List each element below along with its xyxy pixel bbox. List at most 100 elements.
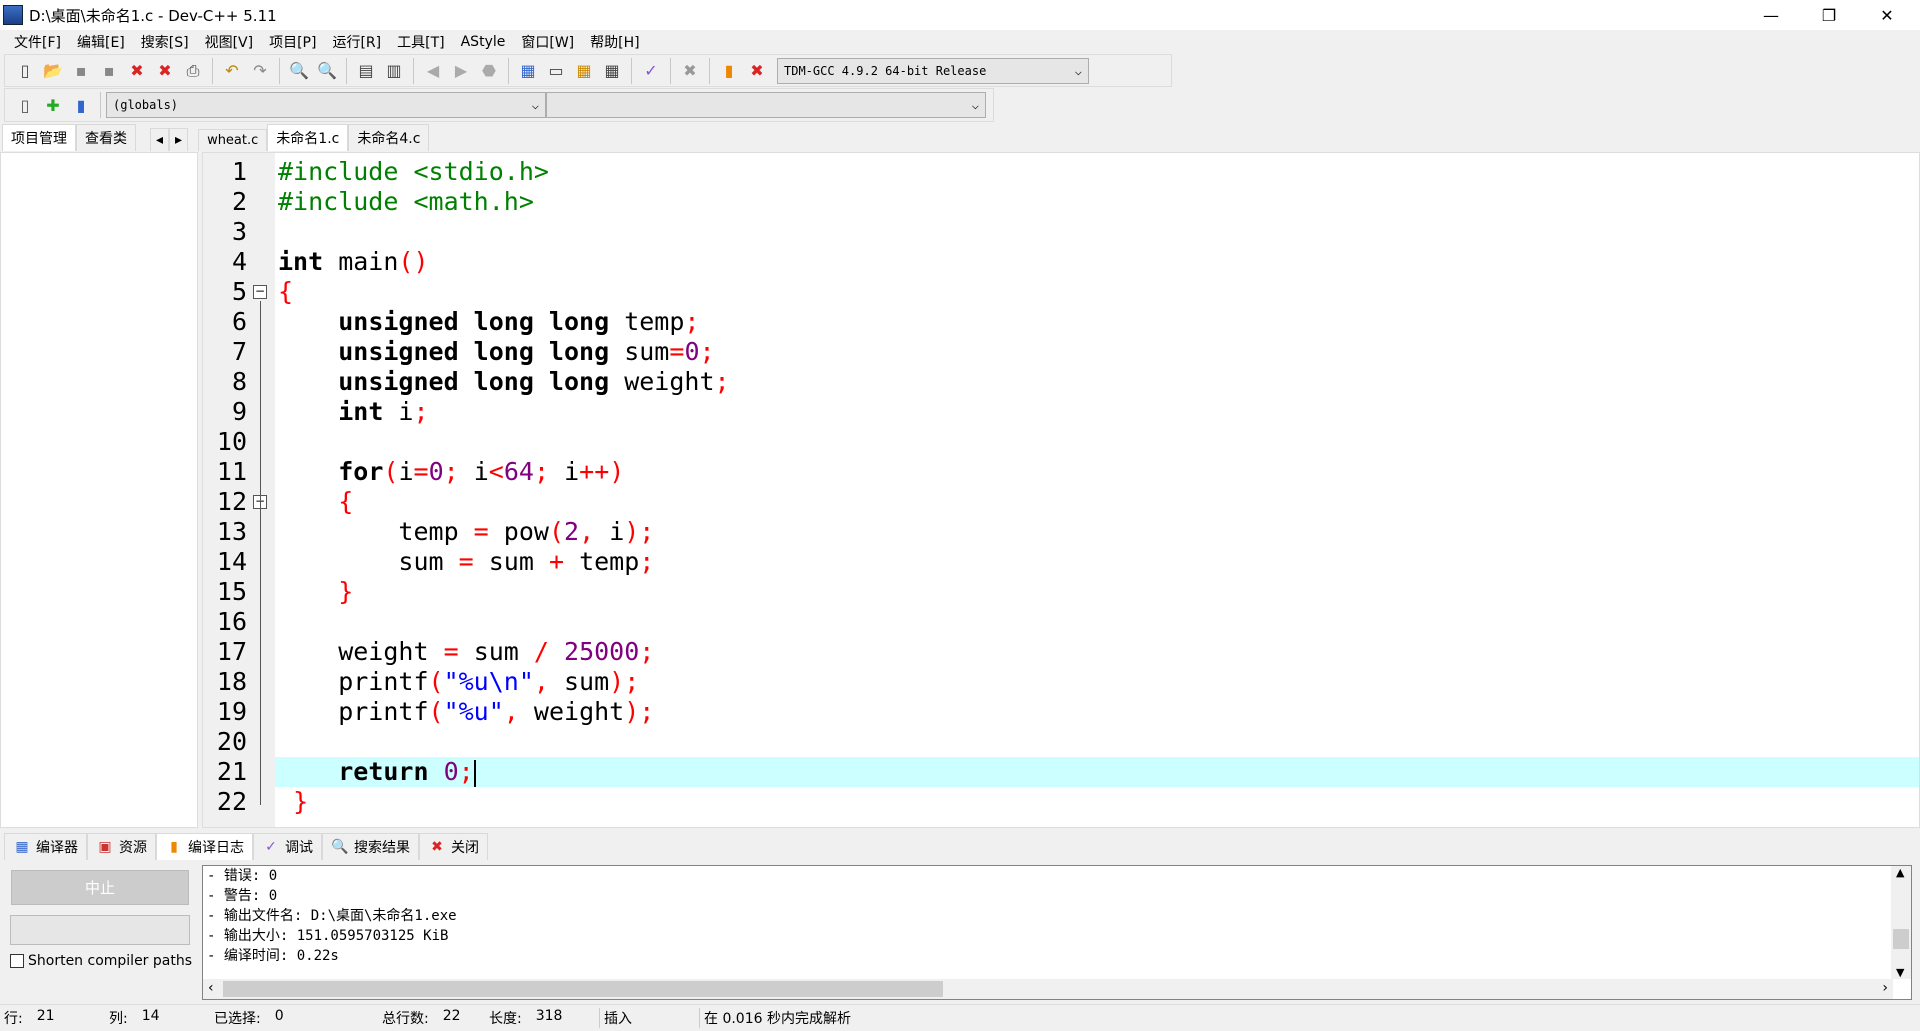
stop-button[interactable]: 中止 — [11, 870, 189, 905]
code-editor[interactable]: 1 #include <stdio.h> 2 #include <math.h> 3 4 i… — [202, 152, 1920, 828]
find-icon[interactable]: 🔍 — [287, 59, 311, 83]
code-text: weight = sum / 25000; — [278, 637, 654, 667]
forward-icon[interactable]: ▶ — [449, 59, 473, 83]
class-browser-icon[interactable]: ▯ — [13, 93, 37, 117]
redo-icon[interactable]: ↷ — [248, 59, 272, 83]
scroll-left-icon[interactable]: ‹ — [208, 980, 214, 996]
compiler-select[interactable]: TDM-GCC 4.9.2 64-bit Release ⌵ — [777, 57, 1089, 84]
menu-edit[interactable]: 编辑[E] — [69, 32, 133, 52]
code-line[interactable]: 18 printf("%u\n", sum); — [203, 667, 1919, 697]
tab-bottom-3[interactable]: ✓ 调试 — [253, 833, 322, 860]
replace-icon[interactable]: 🔍 — [315, 59, 339, 83]
tab-bottom-4[interactable]: 🔍 搜索结果 — [322, 833, 419, 860]
tab-scroll-left[interactable]: ◂ — [150, 128, 170, 151]
code-token-id: i — [594, 517, 625, 546]
indent-icon[interactable]: ▤ — [354, 59, 378, 83]
scope-select[interactable]: (globals) ⌵ — [106, 92, 546, 118]
tab-bottom-0[interactable]: ▦ 编译器 — [4, 833, 87, 860]
new-file-icon[interactable]: ▯ — [13, 59, 37, 83]
scrollbar-thumb[interactable] — [1893, 929, 1909, 949]
tab-bottom-2[interactable]: ▮ 编译日志 — [156, 833, 253, 860]
tab-untitled1-c[interactable]: 未命名1.c — [267, 124, 349, 151]
tab-label: 编译器 — [36, 840, 78, 856]
code-line[interactable]: 17 weight = sum / 25000; — [203, 637, 1919, 667]
tab-wheat-c[interactable]: wheat.c — [198, 129, 268, 151]
compile-log[interactable]: - 错误: 0 - 警告: 0 - 输出文件名: D:\桌面\未命名1.exe … — [202, 865, 1912, 1000]
goto-icon[interactable]: ⬣ — [477, 59, 501, 83]
scroll-right-icon[interactable]: › — [1882, 980, 1888, 996]
code-line[interactable]: 22 } — [203, 787, 1919, 817]
back-icon[interactable]: ◀ — [421, 59, 445, 83]
tab-bottom-5[interactable]: ✖ 关闭 — [419, 833, 488, 860]
fold-toggle-icon[interactable]: − — [253, 285, 267, 299]
code-line[interactable]: 9 int i; — [203, 397, 1919, 427]
run-icon[interactable]: ▭ — [544, 59, 568, 83]
add-icon[interactable]: ✚ — [41, 93, 65, 117]
check-icon[interactable]: ✓ — [639, 59, 663, 83]
stop-icon[interactable]: ✖ — [678, 59, 702, 83]
code-line[interactable]: 6 unsigned long long temp; — [203, 307, 1919, 337]
checkbox-box[interactable] — [10, 954, 24, 968]
menu-view[interactable]: 视图[V] — [197, 32, 262, 52]
close-window-button[interactable]: ✕ — [1859, 0, 1915, 30]
restore-button[interactable]: ❐ — [1801, 0, 1857, 30]
bookmark-icon[interactable]: ▮ — [69, 93, 93, 117]
menu-file[interactable]: 文件[F] — [6, 32, 69, 52]
horizontal-scrollbar[interactable]: ‹ › — [203, 979, 1893, 999]
compile-icon[interactable]: ▦ — [516, 59, 540, 83]
code-line[interactable]: 15 } — [203, 577, 1919, 607]
code-token-id: sum — [278, 547, 459, 576]
vertical-scrollbar[interactable]: ▲ ▼ — [1891, 866, 1911, 979]
print-icon[interactable]: ⎙ — [181, 59, 205, 83]
code-line[interactable]: 7 unsigned long long sum=0; — [203, 337, 1919, 367]
tab-bottom-1[interactable]: ▣ 资源 — [87, 833, 156, 860]
code-line[interactable]: 4 int main() — [203, 247, 1919, 277]
code-token-id: i — [398, 457, 414, 486]
tab-scroll-right[interactable]: ▸ — [169, 128, 189, 151]
code-line[interactable]: 13 temp = pow(2, i); — [203, 517, 1919, 547]
code-token-sym: ; — [413, 397, 429, 426]
menu-project[interactable]: 项目[P] — [261, 32, 324, 52]
code-line[interactable]: 8 unsigned long long weight; — [203, 367, 1919, 397]
profile-delete-icon[interactable]: ✖ — [745, 59, 769, 83]
menu-run[interactable]: 运行[R] — [324, 32, 389, 52]
scroll-down-icon[interactable]: ▼ — [1896, 966, 1904, 979]
code-line[interactable]: 10 — [203, 427, 1919, 457]
close-all-icon[interactable]: ✖ — [153, 59, 177, 83]
undo-icon[interactable]: ↶ — [220, 59, 244, 83]
code-line[interactable]: 5−{ — [203, 277, 1919, 307]
menu-astyle[interactable]: AStyle — [453, 34, 514, 50]
minimize-button[interactable]: — — [1743, 0, 1799, 30]
code-line[interactable]: 16 — [203, 607, 1919, 637]
tab-untitled4-c[interactable]: 未命名4.c — [348, 124, 430, 151]
member-select[interactable]: ⌵ — [546, 92, 986, 118]
shorten-paths-checkbox[interactable]: Shorten compiler paths — [10, 953, 192, 969]
open-icon[interactable]: 📂 — [41, 59, 65, 83]
code-line[interactable]: 20 — [203, 727, 1919, 757]
code-line[interactable]: 14 sum = sum + temp; — [203, 547, 1919, 577]
menu-help[interactable]: 帮助[H] — [582, 32, 647, 52]
compile-run-icon[interactable]: ▦ — [572, 59, 596, 83]
save-all-icon[interactable]: ▪ — [97, 59, 121, 83]
save-icon[interactable]: ▪ — [69, 59, 93, 83]
rebuild-icon[interactable]: ▦ — [600, 59, 624, 83]
menu-search[interactable]: 搜索[S] — [133, 32, 197, 52]
code-line[interactable]: 2 #include <math.h> — [203, 187, 1919, 217]
scrollbar-thumb[interactable] — [223, 981, 943, 997]
code-line[interactable]: 1 #include <stdio.h> — [203, 157, 1919, 187]
code-line[interactable]: 3 — [203, 217, 1919, 247]
parse-status: 在 0.016 秒内完成解析 — [704, 1011, 851, 1027]
menu-window[interactable]: 窗口[W] — [513, 32, 582, 52]
tab-project[interactable]: 项目管理 — [2, 124, 76, 151]
code-line[interactable]: 21 return 0; — [203, 757, 1919, 787]
code-line[interactable]: 12− { — [203, 487, 1919, 517]
code-line[interactable]: 11 for(i=0; i<64; i++) — [203, 457, 1919, 487]
code-token-id — [278, 757, 338, 786]
menu-tools[interactable]: 工具[T] — [389, 32, 452, 52]
tab-classes[interactable]: 查看类 — [76, 124, 136, 151]
code-line[interactable]: 19 printf("%u", weight); — [203, 697, 1919, 727]
unindent-icon[interactable]: ▥ — [382, 59, 406, 83]
chart-icon[interactable]: ▮ — [717, 59, 741, 83]
close-icon[interactable]: ✖ — [125, 59, 149, 83]
scroll-up-icon[interactable]: ▲ — [1896, 866, 1904, 879]
